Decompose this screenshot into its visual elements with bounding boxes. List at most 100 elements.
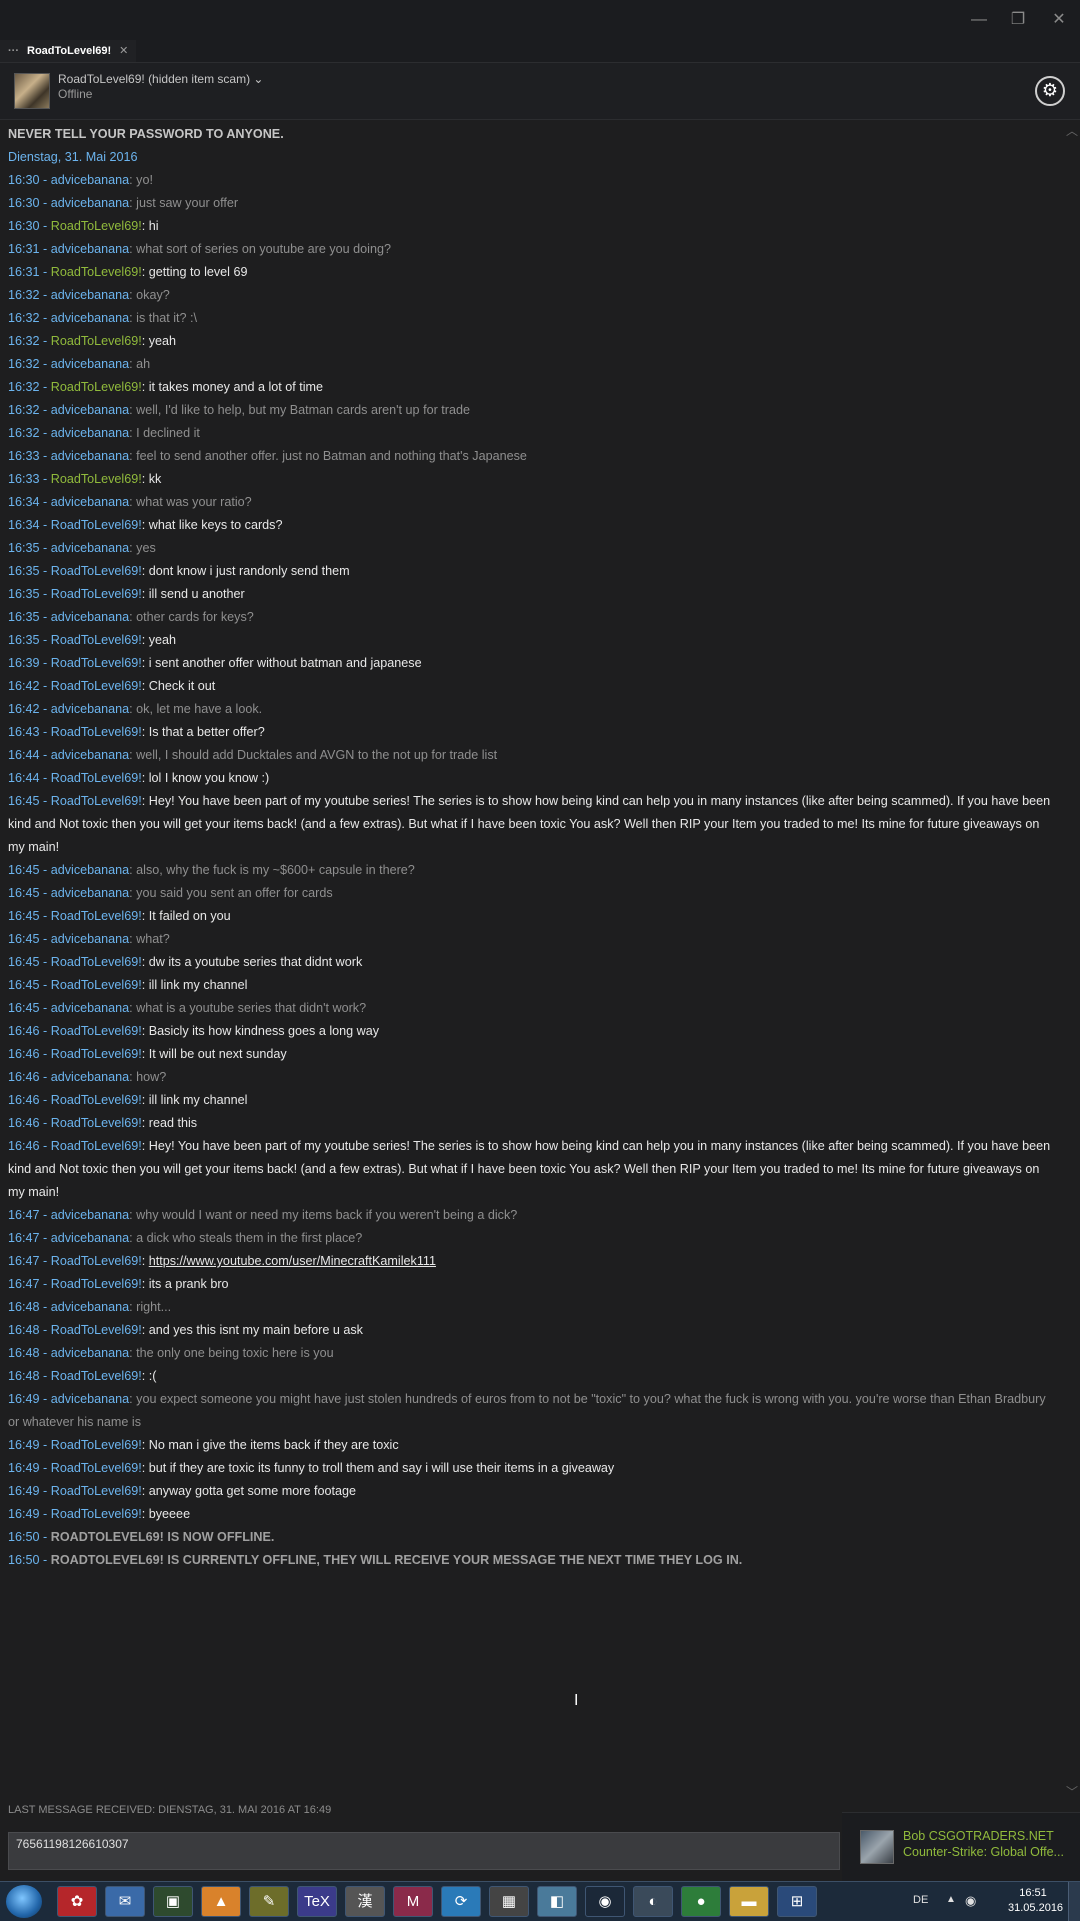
message-sender[interactable]: RoadToLevel69! [51,334,142,348]
message-sender[interactable]: advicebanana [51,449,129,463]
message-sender[interactable]: RoadToLevel69! [51,1024,142,1038]
message-sender[interactable]: RoadToLevel69! [51,1047,142,1061]
chat-message: 16:45 - RoadToLevel69!: Hey! You have be… [8,794,1051,854]
message-sender[interactable]: RoadToLevel69! [51,219,142,233]
message-sender[interactable]: RoadToLevel69! [51,564,142,578]
message-sender[interactable]: RoadToLevel69! [51,909,142,923]
tab-roadtolevel69[interactable]: ··· RoadToLevel69! ✕ [0,40,137,62]
message-sender[interactable]: RoadToLevel69! [51,1438,142,1452]
notepad-icon[interactable]: ✎ [249,1886,289,1917]
message-sender[interactable]: RoadToLevel69! [51,1093,142,1107]
message-sender[interactable]: RoadToLevel69! [51,794,142,808]
message-sender[interactable]: advicebanana [51,932,129,946]
message-sender[interactable]: RoadToLevel69! [51,656,142,670]
restore-button[interactable]: ❐ [1003,8,1033,32]
chat-message: 16:44 - advicebanana: well, I should add… [8,748,498,762]
message-sender[interactable]: RoadToLevel69! [51,380,142,394]
minimize-button[interactable]: — [964,8,994,32]
message-sender[interactable]: RoadToLevel69! [51,1507,142,1521]
message-sender[interactable]: RoadToLevel69! [51,1461,142,1475]
network-icon[interactable]: ⊞ [777,1886,817,1917]
message-sender[interactable]: advicebanana [51,196,129,210]
sync-icon[interactable]: ⟳ [441,1886,481,1917]
message-sender[interactable]: RoadToLevel69! [51,1369,142,1383]
tab-menu-icon[interactable]: ··· [8,45,19,57]
message-sender[interactable]: advicebanana [51,242,129,256]
folder-icon[interactable]: ▬ [729,1886,769,1917]
tab-close-icon[interactable]: ✕ [119,45,128,57]
message-sender[interactable]: advicebanana [51,311,129,325]
message-sender[interactable]: RoadToLevel69! [51,1323,142,1337]
message-sender[interactable]: advicebanana [51,1300,129,1314]
message-sender[interactable]: advicebanana [51,357,129,371]
system-sender: ROADTOLEVEL69! [50,1553,164,1567]
message-sender[interactable]: RoadToLevel69! [51,633,142,647]
message-sender[interactable]: RoadToLevel69! [51,1139,142,1153]
clock[interactable]: 16:51 31.05.2016 [1008,1886,1063,1916]
message-sender[interactable]: advicebanana [51,886,129,900]
steam-tray-icon[interactable]: ◉ [965,1893,976,1909]
language-indicator[interactable]: DE [913,1894,928,1906]
kanji-icon[interactable]: 漢 [345,1886,385,1917]
friend-notification[interactable]: Bob CSGOTRADERS.NET Counter-Strike: Glob… [842,1812,1080,1883]
message-sender[interactable]: advicebanana [51,288,129,302]
message-sender[interactable]: advicebanana [51,541,129,555]
message-text: what is a youtube series that didn't wor… [136,1001,367,1015]
scroll-down-icon[interactable]: ﹀ [1066,1783,1078,1800]
message-timestamp: 16:42 [8,702,40,716]
message-sender[interactable]: RoadToLevel69! [51,1277,142,1291]
message-link[interactable]: https://www.youtube.com/user/MinecraftKa… [149,1254,436,1268]
message-sender[interactable]: advicebanana [51,702,129,716]
message-sender[interactable]: advicebanana [51,1392,129,1406]
message-sender[interactable]: RoadToLevel69! [51,978,142,992]
calculator-icon[interactable]: ▦ [489,1886,529,1917]
vlc-icon[interactable]: ▲ [201,1886,241,1917]
message-sender[interactable]: RoadToLevel69! [51,472,142,486]
gear-icon[interactable]: ⚙ [1035,76,1065,106]
message-sender[interactable]: advicebanana [51,1231,129,1245]
message-sender[interactable]: advicebanana [51,403,129,417]
message-timestamp: 16:45 [8,1001,40,1015]
message-sender[interactable]: advicebanana [51,173,129,187]
message-sender[interactable]: RoadToLevel69! [51,955,142,969]
message-sender[interactable]: advicebanana [51,1346,129,1360]
message-input[interactable]: 76561198126610307 [8,1832,840,1870]
message-sender[interactable]: advicebanana [51,426,129,440]
chat-message: 16:32 - advicebanana: I declined it [8,426,200,440]
message-sender[interactable]: RoadToLevel69! [51,1116,142,1130]
message-sender[interactable]: RoadToLevel69! [51,518,142,532]
message-sender[interactable]: advicebanana [51,1070,129,1084]
thunderbird-icon[interactable]: ✉ [105,1886,145,1917]
message-sender[interactable]: advicebanana [51,748,129,762]
m-icon[interactable]: M [393,1886,433,1917]
message-sender[interactable]: advicebanana [51,1208,129,1222]
terminal-icon[interactable]: ▣ [153,1886,193,1917]
message-sender[interactable]: advicebanana [51,495,129,509]
start-button[interactable] [6,1885,42,1918]
avatar[interactable] [14,73,50,109]
message-sender[interactable]: RoadToLevel69! [51,265,142,279]
close-window-button[interactable]: ✕ [1044,8,1074,32]
message-sender[interactable]: RoadToLevel69! [51,725,142,739]
message-sender[interactable]: RoadToLevel69! [51,587,142,601]
teamspeak-icon[interactable]: ◐ [633,1886,673,1917]
steam-icon[interactable]: ◉ [585,1886,625,1917]
notification-avatar [860,1830,894,1864]
message-sender[interactable]: RoadToLevel69! [51,679,142,693]
message-sender[interactable]: advicebanana [51,863,129,877]
message-timestamp: 16:44 [8,771,40,785]
tray-expand-icon[interactable]: ▲ [946,1894,956,1905]
message-sender[interactable]: advicebanana [51,610,129,624]
contact-name-dropdown[interactable]: RoadToLevel69! (hidden item scam) ⌄ [58,72,264,86]
message-sender[interactable]: RoadToLevel69! [51,771,142,785]
message-sender[interactable]: RoadToLevel69! [51,1484,142,1498]
message-sender[interactable]: advicebanana [51,1001,129,1015]
chat-header: RoadToLevel69! (hidden item scam) ⌄ Offl… [0,63,1080,120]
scroll-up-icon[interactable]: ︿ [1066,122,1078,139]
tex-icon[interactable]: TeX [297,1886,337,1917]
message-sender[interactable]: RoadToLevel69! [51,1254,142,1268]
show-desktop-button[interactable] [1068,1882,1080,1921]
chrome-icon[interactable]: ● [681,1886,721,1917]
editor-icon[interactable]: ◧ [537,1886,577,1917]
flower-icon[interactable]: ✿ [57,1886,97,1917]
